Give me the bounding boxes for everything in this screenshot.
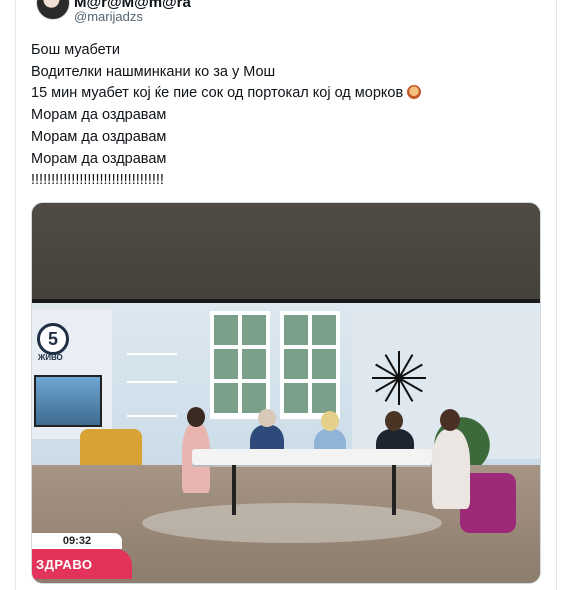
studio-window xyxy=(210,311,270,419)
show-banner: ЗДРАВО xyxy=(32,549,132,579)
host-left-head xyxy=(187,407,205,427)
tweet-line: !!!!!!!!!!!!!!!!!!!!!!!!!!!!!!!!! xyxy=(31,172,164,189)
studio-monitor xyxy=(34,375,102,427)
studio-table xyxy=(192,449,432,465)
host-right-head xyxy=(440,409,460,431)
facepalm-emoji-icon xyxy=(407,85,422,100)
tweet-line: Бош муабети xyxy=(31,42,120,58)
guest-3-head xyxy=(385,411,403,431)
tweet-line: Морам да оздравам xyxy=(31,107,167,124)
studio-window xyxy=(280,311,340,419)
user-handle[interactable]: @marijadzs xyxy=(74,9,143,24)
host-right xyxy=(432,429,470,509)
tweet-line: 15 мин муабет кој ќе пие сок од портокал… xyxy=(31,83,531,105)
live-label: ЖИВО xyxy=(38,353,63,362)
tweet-line: Водителки нашминкани ко за у Мош xyxy=(31,63,276,80)
studio-shelves xyxy=(127,353,177,417)
guest-2-head xyxy=(321,411,339,431)
table-leg xyxy=(392,465,396,515)
tweet-text: Бош муабети Водителки нашминкани ко за у… xyxy=(31,40,531,192)
table-leg xyxy=(232,465,236,515)
tweet-line: Морам да оздравам xyxy=(31,150,167,167)
tweet-line-text: 15 мин муабет кој ќе пие сок од портокал… xyxy=(31,85,404,102)
photo-wall xyxy=(32,203,540,303)
studio-rug xyxy=(142,503,442,543)
tweet-line: Морам да оздравам xyxy=(31,128,167,145)
time-badge: 09:32 xyxy=(32,533,122,549)
tweet-photo[interactable]: 5 ЖИВО 09:32 ЗДРАВО xyxy=(31,202,541,584)
wall-clock xyxy=(372,351,426,405)
guest-1-head xyxy=(258,409,276,427)
channel-logo: 5 xyxy=(37,323,69,355)
